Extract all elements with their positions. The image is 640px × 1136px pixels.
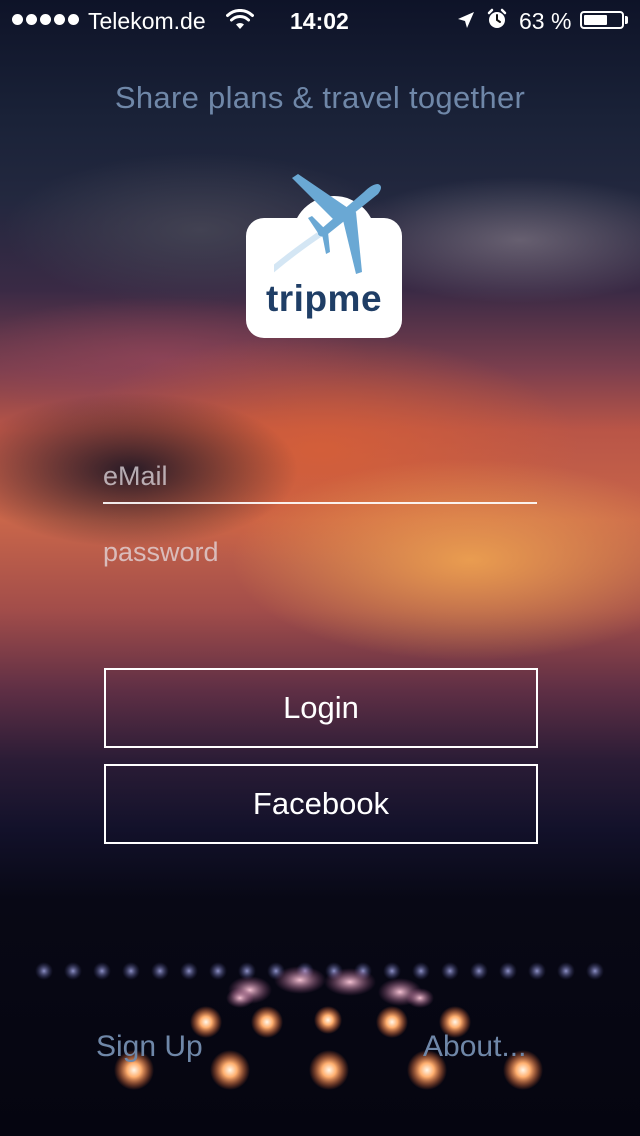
battery-nub [625,16,628,24]
carrier-name: Telekom.de [88,8,206,34]
password-field[interactable] [103,526,537,578]
email-field-container [103,450,537,504]
battery-icon [580,11,624,29]
email-field[interactable] [103,450,537,502]
runway-light-dot [35,962,53,980]
tagline: Share plans & travel together [114,80,526,115]
runway-light-dot [209,962,227,980]
battery-percentage: 63 % [519,8,572,34]
sign-up-link[interactable]: Sign Up [96,1030,203,1064]
logo-wordmark: tripme [265,278,383,319]
runway-light-dot [470,962,488,980]
facebook-login-button[interactable]: Facebook [104,764,538,844]
about-link[interactable]: About... [423,1030,526,1064]
runway-light-dot [151,962,169,980]
runway-light-dot [528,962,546,980]
login-screen: Telekom.de 14:02 63 % Share plans & trav… [0,0,640,1136]
app-logo: tripme [246,168,406,338]
runway-light-dot [412,962,430,980]
runway-light-dot [441,962,459,980]
wifi-icon [226,9,254,29]
location-arrow-icon [458,12,474,28]
alarm-clock-icon [487,8,507,28]
status-bar: Telekom.de 14:02 63 % [0,0,640,40]
runway-light-dot [383,962,401,980]
runway-light-dot [180,962,198,980]
runway-light-dot [64,962,82,980]
runway-light-dot [122,962,140,980]
signal-dots-icon [12,14,79,25]
runway-light-dot [586,962,604,980]
runway-light-dot [557,962,575,980]
login-button[interactable]: Login [104,668,538,748]
runway-light-dot [499,962,517,980]
runway-lights-background [35,962,604,1090]
battery-level-fill [584,15,607,25]
password-field-container [103,526,537,578]
runway-light-dot [93,962,111,980]
clock-time: 14:02 [290,8,349,34]
